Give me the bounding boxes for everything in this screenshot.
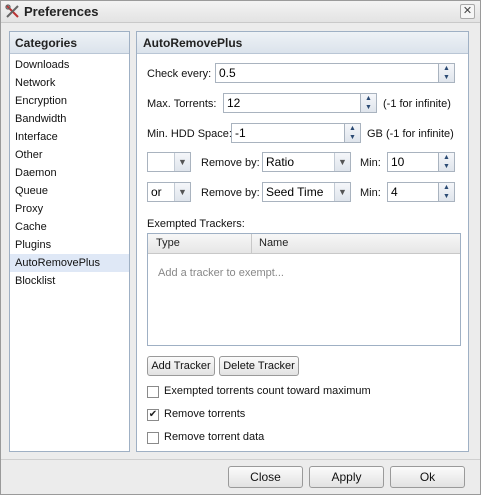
spin-down-icon[interactable]: ▼ <box>345 133 360 142</box>
categories-list: Downloads Network Encryption Bandwidth Inter… <box>10 54 129 290</box>
panel-title: AutoRemovePlus <box>137 32 468 54</box>
sidebar-item-bandwidth[interactable]: Bandwidth <box>10 110 129 128</box>
rule2-logic-select[interactable]: or ▼ <box>147 182 191 202</box>
title-bar: Preferences ✕ <box>1 1 480 23</box>
min-hdd-spinner[interactable]: ▲ ▼ <box>345 123 361 143</box>
max-torrents-spinner[interactable]: ▲ ▼ <box>361 93 377 113</box>
rule2-remove-by-select[interactable]: Seed Time ▼ <box>262 182 351 202</box>
chevron-down-icon[interactable]: ▼ <box>334 183 350 201</box>
sidebar-item-proxy[interactable]: Proxy <box>10 200 129 218</box>
chevron-down-icon[interactable]: ▼ <box>334 153 350 171</box>
sidebar-item-downloads[interactable]: Downloads <box>10 56 129 74</box>
apply-button[interactable]: Apply <box>309 466 384 488</box>
spin-up-icon[interactable]: ▲ <box>439 64 454 73</box>
spin-up-icon[interactable]: ▲ <box>361 94 376 103</box>
dialog-footer: Close Apply Ok <box>1 459 480 494</box>
sidebar-item-cache[interactable]: Cache <box>10 218 129 236</box>
min-hdd-hint: GB (-1 for infinite) <box>367 128 454 140</box>
min-hdd-label: Min. HDD Space: <box>147 128 232 140</box>
rule1-remove-by-label: Remove by: <box>201 157 260 169</box>
max-torrents-hint: (-1 for infinite) <box>383 98 451 110</box>
column-name[interactable]: Name <box>259 237 288 249</box>
check-every-input[interactable]: 0.5 <box>215 63 439 83</box>
spin-down-icon[interactable]: ▼ <box>439 73 454 82</box>
remove-torrents-checkbox[interactable]: ✔ <box>147 409 159 421</box>
min-hdd-input[interactable]: -1 <box>231 123 345 143</box>
exempted-count-label: Exempted torrents count toward maximum <box>164 385 371 397</box>
sidebar-item-plugins[interactable]: Plugins <box>10 236 129 254</box>
rule2-min-input[interactable]: 4 <box>387 182 439 202</box>
sidebar-item-daemon[interactable]: Daemon <box>10 164 129 182</box>
spin-up-icon[interactable]: ▲ <box>439 153 454 162</box>
rule1-min-input[interactable]: 10 <box>387 152 439 172</box>
ok-button[interactable]: Ok <box>390 466 465 488</box>
sidebar-item-encryption[interactable]: Encryption <box>10 92 129 110</box>
add-tracker-button[interactable]: Add Tracker <box>147 356 215 376</box>
close-icon[interactable]: ✕ <box>460 4 475 19</box>
rule1-remove-by-select[interactable]: Ratio ▼ <box>262 152 351 172</box>
chevron-down-icon[interactable]: ▼ <box>174 153 190 171</box>
sidebar-item-blocklist[interactable]: Blocklist <box>10 272 129 290</box>
check-every-label: Check every: <box>147 68 212 80</box>
window-title: Preferences <box>24 4 99 19</box>
exempted-count-checkbox[interactable] <box>147 386 159 398</box>
rule1-logic-select[interactable]: ▼ <box>147 152 191 172</box>
categories-sidebar: Categories Downloads Network Encryption Ban… <box>9 31 130 452</box>
delete-tracker-button[interactable]: Delete Tracker <box>219 356 299 376</box>
preferences-window: Preferences ✕ Categories Downloads Networ… <box>0 0 481 495</box>
spin-up-icon[interactable]: ▲ <box>439 183 454 192</box>
rule2-logic-value: or <box>151 185 162 199</box>
spin-down-icon[interactable]: ▼ <box>439 192 454 201</box>
sidebar-item-interface[interactable]: Interface <box>10 128 129 146</box>
spin-down-icon[interactable]: ▼ <box>439 162 454 171</box>
rule2-min-spinner[interactable]: ▲ ▼ <box>439 182 455 202</box>
autoremoveplus-panel: AutoRemovePlus Check every: 0.5 ▲ ▼ Max. … <box>136 31 469 452</box>
rule2-min-label: Min: <box>360 187 381 199</box>
remove-data-label: Remove torrent data <box>164 431 265 443</box>
exempted-trackers-grid[interactable]: Type Name Add a tracker to exempt... <box>147 233 461 346</box>
sidebar-item-network[interactable]: Network <box>10 74 129 92</box>
rule2-remove-by-value: Seed Time <box>266 185 324 199</box>
grid-header: Type Name <box>148 234 460 254</box>
rule1-remove-by-value: Ratio <box>266 155 295 169</box>
remove-data-checkbox[interactable] <box>147 432 159 444</box>
sidebar-item-autoremoveplus[interactable]: AutoRemovePlus <box>10 254 129 272</box>
column-divider <box>251 234 252 254</box>
sidebar-item-other[interactable]: Other <box>10 146 129 164</box>
sidebar-item-queue[interactable]: Queue <box>10 182 129 200</box>
rule1-min-label: Min: <box>360 157 381 169</box>
max-torrents-input[interactable]: 12 <box>223 93 361 113</box>
exempted-trackers-label: Exempted Trackers: <box>147 218 245 230</box>
tools-icon <box>5 4 19 18</box>
column-type[interactable]: Type <box>156 237 180 249</box>
chevron-down-icon[interactable]: ▼ <box>174 183 190 201</box>
spin-down-icon[interactable]: ▼ <box>361 103 376 112</box>
rule1-min-spinner[interactable]: ▲ ▼ <box>439 152 455 172</box>
check-every-spinner[interactable]: ▲ ▼ <box>439 63 455 83</box>
categories-header: Categories <box>10 32 129 54</box>
close-button[interactable]: Close <box>228 466 303 488</box>
spin-up-icon[interactable]: ▲ <box>345 124 360 133</box>
max-torrents-label: Max. Torrents: <box>147 98 217 110</box>
grid-empty-text: Add a tracker to exempt... <box>158 267 284 279</box>
rule2-remove-by-label: Remove by: <box>201 187 260 199</box>
remove-torrents-label: Remove torrents <box>164 408 246 420</box>
